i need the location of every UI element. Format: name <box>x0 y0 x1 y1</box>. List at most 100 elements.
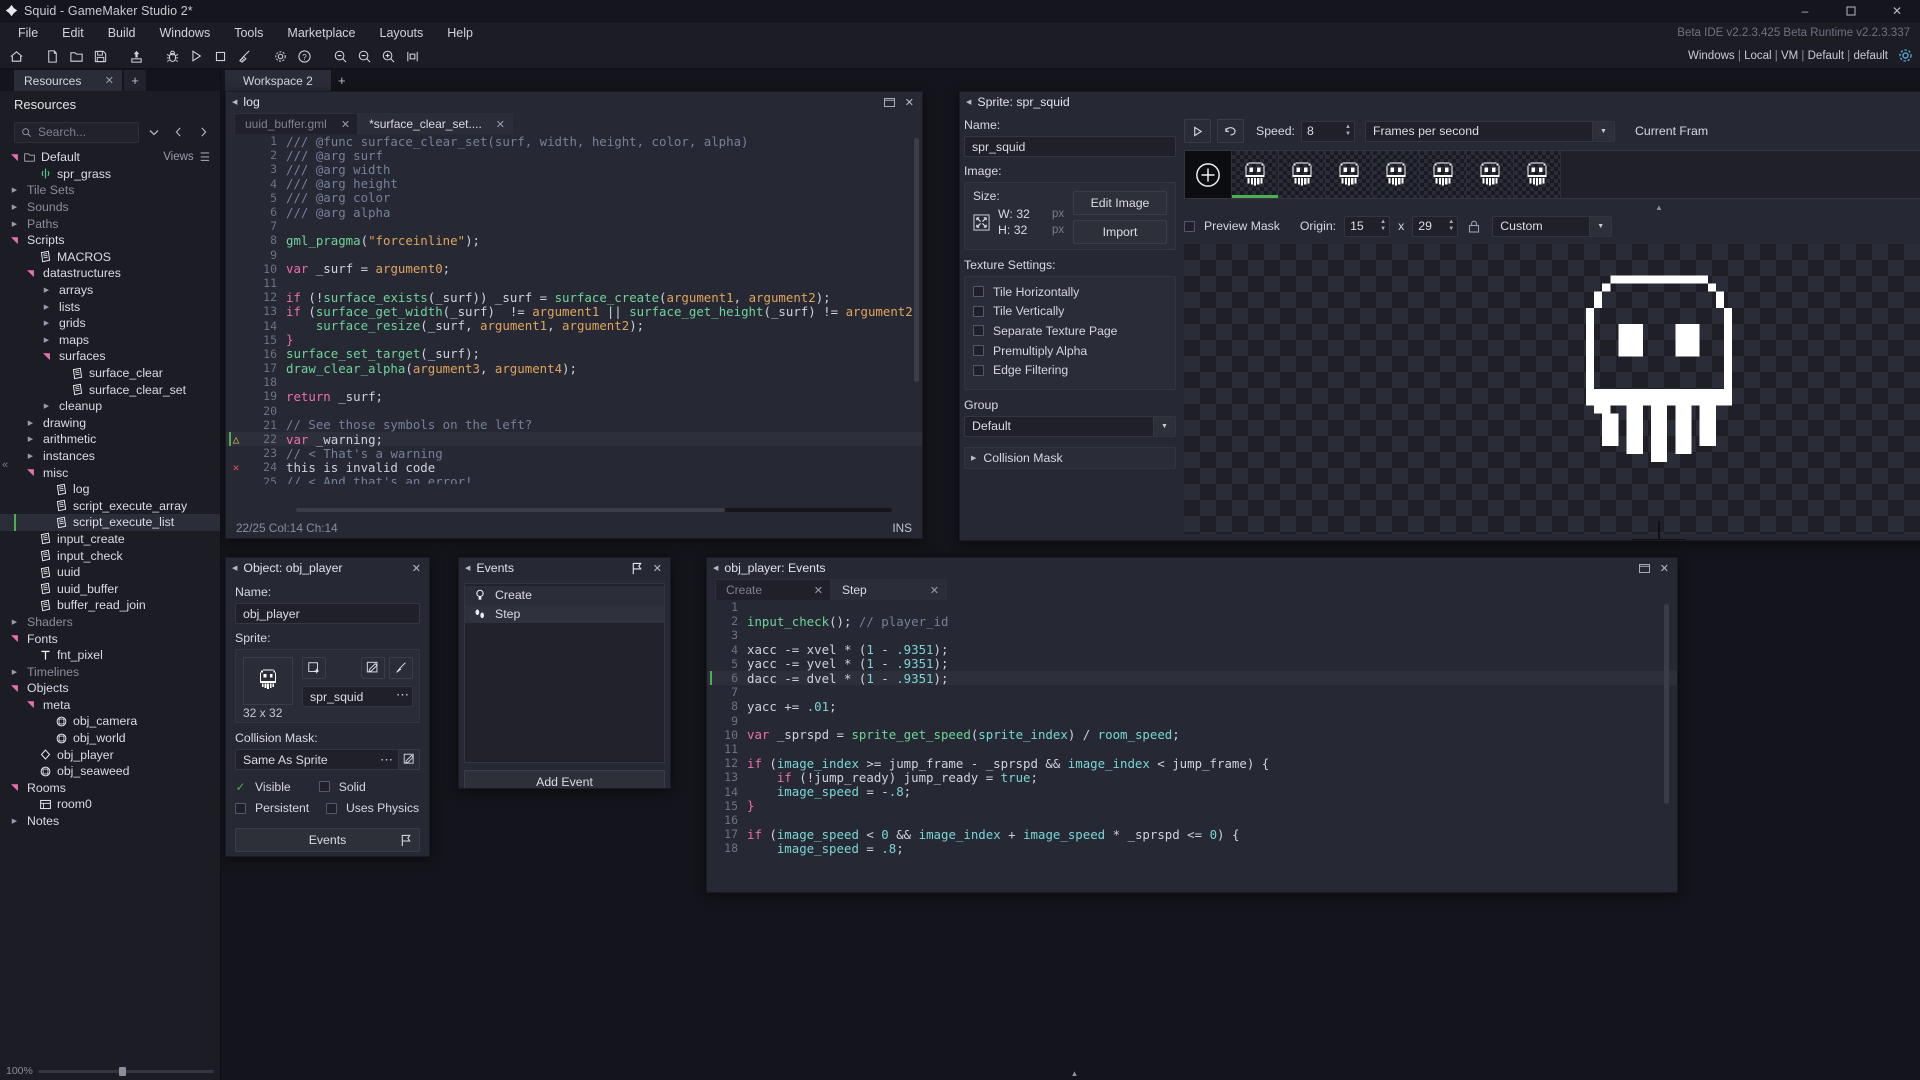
tree-item-script-execute-array[interactable]: script_execute_array <box>0 497 220 514</box>
menu-file[interactable]: File <box>6 22 50 44</box>
tree-item-surface-clear-set[interactable]: surface_clear_set <box>0 381 220 398</box>
event-tab-close-icon[interactable]: ✕ <box>814 584 823 597</box>
tree-toggle-closed-icon[interactable]: ▶ <box>40 303 53 311</box>
tree-item-log[interactable]: log <box>0 481 220 498</box>
tree-item-uuid-buffer[interactable]: uuid_buffer <box>0 580 220 597</box>
event-tab-close-icon[interactable]: ✕ <box>930 584 939 597</box>
paint-brush-icon[interactable] <box>389 657 413 679</box>
obj-events-close-button[interactable]: ✕ <box>1660 562 1669 575</box>
texture-checkbox-edge-filtering[interactable]: Edge Filtering <box>973 362 1167 378</box>
tree-item-scripts[interactable]: ◥ Scripts <box>0 232 220 249</box>
event-tab-step[interactable]: Step ✕ <box>831 579 947 600</box>
import-button[interactable]: Import <box>1073 220 1167 244</box>
events-list[interactable]: Create Step <box>464 583 665 763</box>
object-sprite-more-button[interactable]: ⋯ <box>396 687 409 703</box>
tree-item-notes[interactable]: ▶ Notes <box>0 813 220 830</box>
event-tab-create[interactable]: Create ✕ <box>715 579 831 600</box>
log-panel-maximize-button[interactable] <box>883 97 895 107</box>
tree-toggle-closed-icon[interactable]: ▶ <box>40 336 53 344</box>
event-item-create[interactable]: Create <box>465 586 664 605</box>
sprite-canvas[interactable] <box>1184 244 1920 540</box>
add-frame-button[interactable] <box>1185 151 1232 198</box>
tree-item-rooms[interactable]: ◥ Rooms <box>0 780 220 797</box>
lock-icon[interactable] <box>1468 220 1480 233</box>
chevron-down-icon[interactable]: ▼ <box>1589 216 1612 236</box>
menu-marketplace[interactable]: Marketplace <box>275 22 367 44</box>
tree-item-tile-sets[interactable]: ▶ Tile Sets <box>0 182 220 199</box>
menu-edit[interactable]: Edit <box>50 22 96 44</box>
tree-toggle-closed-icon[interactable]: ▶ <box>24 419 37 427</box>
sidebar-collapse-handle[interactable]: « <box>2 459 8 471</box>
search-box[interactable] <box>14 121 139 143</box>
object-name-field[interactable]: obj_player <box>235 603 420 624</box>
visible-checkbox[interactable]: ✓ Visible <box>235 779 290 795</box>
target-runtime[interactable]: VM <box>1781 50 1798 62</box>
code-tab-surface-clear-set[interactable]: *surface_clear_set.... ✕ <box>358 113 514 134</box>
tree-item-input-check[interactable]: input_check <box>0 547 220 564</box>
obj-events-maximize-button[interactable] <box>1638 563 1650 573</box>
collapse-caret-icon[interactable]: ◀ <box>232 564 237 572</box>
error-marker-icon[interactable]: ✕ <box>226 461 246 474</box>
add-event-button[interactable]: Add Event <box>464 770 665 788</box>
home-icon[interactable] <box>5 45 27 67</box>
target-settings-gear-icon[interactable] <box>1897 47 1914 64</box>
collapse-caret-icon[interactable]: ◀ <box>966 98 971 106</box>
tree-item-instances[interactable]: ▶ instances <box>0 448 220 465</box>
tree-item-input-create[interactable]: input_create <box>0 531 220 548</box>
sprite-frame-1[interactable] <box>1279 151 1326 198</box>
tree-toggle-closed-icon[interactable]: ▶ <box>24 452 37 460</box>
menu-layouts[interactable]: Layouts <box>368 22 436 44</box>
tree-toggle-closed-icon[interactable]: ▶ <box>40 402 53 410</box>
tree-item-paths[interactable]: ▶ Paths <box>0 215 220 232</box>
nav-back-button[interactable] <box>168 122 189 143</box>
menu-help[interactable]: Help <box>435 22 485 44</box>
sidebar-tab-resources[interactable]: Resources ✕ <box>14 70 122 91</box>
play-icon[interactable] <box>1184 119 1211 143</box>
events-button[interactable]: Events <box>235 828 420 853</box>
speed-unit-dropdown[interactable]: Frames per second ▼ <box>1364 120 1615 142</box>
tree-item-surfaces[interactable]: ◥ surfaces <box>0 348 220 365</box>
menu-windows[interactable]: Windows <box>148 22 223 44</box>
tree-item-objects[interactable]: ◥ Objects <box>0 680 220 697</box>
tree-toggle-closed-icon[interactable]: ▶ <box>24 435 37 443</box>
resource-tree[interactable]: ◥ Default Views ☰ spr_grass ▶ Tile Sets ▶ Sounds… <box>0 147 220 1062</box>
sprite-frame-0[interactable] <box>1232 151 1279 198</box>
preview-mask-checkbox[interactable]: Preview Mask <box>1184 218 1280 234</box>
target-device[interactable]: Local <box>1744 50 1772 62</box>
upload-icon[interactable] <box>125 45 147 67</box>
tree-item-fnt-pixel[interactable]: fnt_pixel <box>0 647 220 664</box>
tree-item-macros[interactable]: MACROS <box>0 249 220 266</box>
solid-checkbox[interactable]: Solid <box>318 779 366 795</box>
tree-toggle-closed-icon[interactable]: ▶ <box>40 319 53 327</box>
open-folder-icon[interactable] <box>65 45 87 67</box>
loop-icon[interactable] <box>1217 119 1244 143</box>
nav-forward-button[interactable] <box>193 122 214 143</box>
tree-item-cleanup[interactable]: ▶ cleanup <box>0 398 220 415</box>
tree-item-arrays[interactable]: ▶ arrays <box>0 282 220 299</box>
log-vertical-scrollbar[interactable] <box>914 138 919 382</box>
zoom-fit-icon[interactable] <box>353 45 375 67</box>
collision-more-button[interactable]: ⋯ <box>380 752 393 768</box>
persistent-checkbox[interactable]: Persistent <box>235 801 318 817</box>
code-tab-close-icon[interactable]: ✕ <box>341 118 350 131</box>
tree-toggle-open-icon[interactable]: ◥ <box>24 467 37 478</box>
minimize-button[interactable]: – <box>1782 0 1828 22</box>
chevron-down-icon[interactable]: ▼ <box>1591 121 1614 141</box>
tree-item-grids[interactable]: ▶ grids <box>0 315 220 332</box>
code-tab-close-icon[interactable]: ✕ <box>496 118 505 131</box>
edit-sprite-icon[interactable] <box>361 657 385 679</box>
menu-tools[interactable]: Tools <box>222 22 275 44</box>
resize-icon[interactable] <box>973 213 990 231</box>
collision-mask-section[interactable]: ▶ Collision Mask <box>964 446 1176 469</box>
tree-item-buffer-read-join[interactable]: buffer_read_join <box>0 597 220 614</box>
sprite-name-field[interactable]: spr_squid <box>964 136 1176 157</box>
menu-build[interactable]: Build <box>96 22 148 44</box>
tree-item-default[interactable]: ◥ Default Views ☰ <box>0 149 220 166</box>
collapse-caret-icon[interactable]: ◀ <box>465 564 470 572</box>
speed-value-input[interactable]: 8 ▲ ▼ <box>1300 120 1355 142</box>
hamburger-icon[interactable]: ☰ <box>200 150 210 164</box>
object-sprite-thumbnail[interactable] <box>243 657 293 705</box>
tree-toggle-open-icon[interactable]: ◥ <box>24 699 37 710</box>
collapse-caret-icon[interactable]: ◀ <box>713 564 718 572</box>
texture-checkbox-tile-horizontally[interactable]: Tile Horizontally <box>973 284 1167 300</box>
